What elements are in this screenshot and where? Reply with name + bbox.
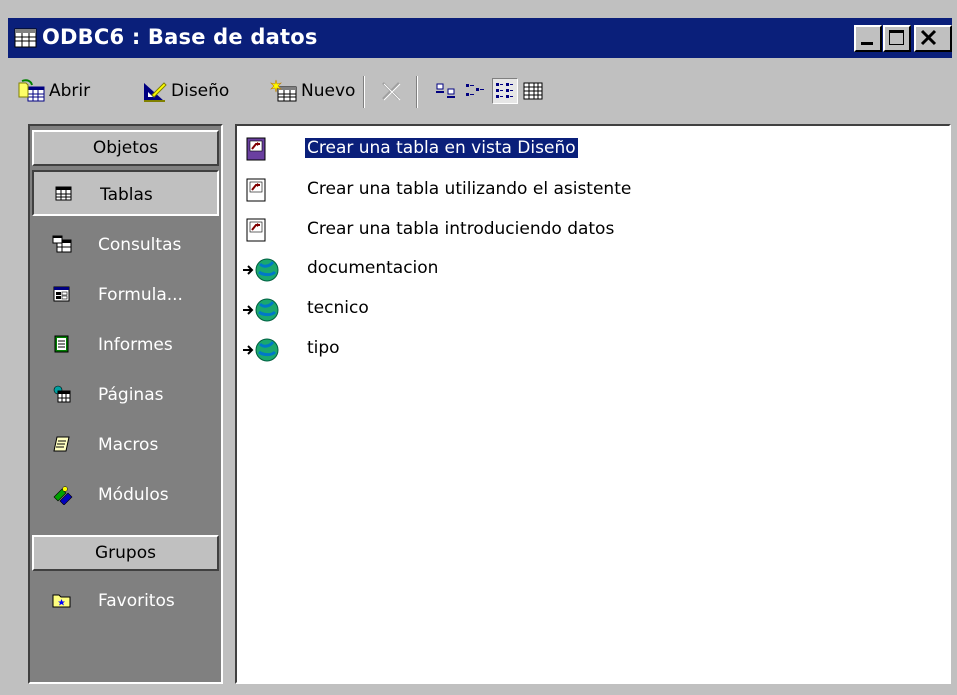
toolbar: Abrir Diseño Nuevo — [8, 62, 952, 118]
sidebar-item-consultas[interactable]: Consultas — [32, 222, 219, 268]
list-item-tipo[interactable]: tipo — [239, 332, 945, 366]
open-table-icon — [18, 79, 45, 102]
new-table-icon — [270, 79, 297, 102]
list-item-label: Crear una tabla en vista Diseño — [304, 137, 579, 159]
minimize-button[interactable] — [854, 25, 882, 52]
report-icon — [52, 335, 72, 353]
sidebar-item-formularios[interactable]: Formula... — [32, 272, 219, 318]
table-icon — [54, 185, 74, 203]
linked-table-globe-icon — [243, 296, 279, 324]
sidebar-item-informes[interactable]: Informes — [32, 322, 219, 368]
close-button[interactable] — [914, 25, 952, 52]
design-view-icon — [144, 82, 167, 102]
sidebar-item-label: Informes — [98, 335, 173, 355]
large-icons-button[interactable] — [433, 78, 459, 104]
sidebar-item-modulos[interactable]: Módulos — [32, 472, 219, 518]
database-window: ODBC6 : Base de datos Abrir Diseño Nuevo… — [0, 0, 957, 695]
macro-icon — [52, 435, 72, 453]
query-icon — [52, 235, 72, 253]
minimize-icon — [861, 42, 873, 45]
new-button[interactable]: Nuevo — [270, 78, 355, 104]
module-icon — [52, 485, 73, 506]
list-item-label: Crear una tabla utilizando el asistente — [307, 179, 632, 199]
design-label: Diseño — [171, 81, 230, 101]
delete-icon — [382, 82, 401, 101]
sidebar-item-favoritos[interactable]: Favoritos — [32, 578, 219, 624]
list-item-label: Crear una tabla introduciendo datos — [307, 219, 615, 239]
objects-header-button[interactable]: Objetos — [32, 130, 219, 166]
list-item-create-design[interactable]: Crear una tabla en vista Diseño — [239, 132, 945, 166]
sidebar-item-label: Formula... — [98, 285, 183, 305]
small-icons-icon — [466, 84, 484, 96]
close-icon — [920, 29, 937, 46]
objects-sidebar: Objetos Tablas Consultas Formula... Info… — [28, 124, 223, 684]
linked-table-globe-icon — [243, 256, 279, 284]
linked-table-globe-icon — [243, 336, 279, 364]
details-view-button[interactable] — [520, 78, 546, 104]
list-item-label: documentacion — [307, 258, 439, 278]
details-view-icon — [523, 82, 543, 100]
sidebar-item-label: Páginas — [98, 385, 164, 405]
list-item-create-data[interactable]: Crear una tabla introduciendo datos — [239, 213, 945, 247]
sidebar-item-label: Favoritos — [98, 591, 175, 611]
design-button[interactable]: Diseño — [142, 78, 229, 104]
list-item-label: tipo — [307, 338, 340, 358]
list-item-documentacion[interactable]: documentacion — [239, 252, 945, 286]
list-item-label: tecnico — [307, 298, 369, 318]
list-view-icon — [496, 83, 513, 98]
open-button[interactable]: Abrir — [18, 78, 90, 104]
groups-header-button[interactable]: Grupos — [32, 535, 219, 571]
window-title: ODBC6 : Base de datos — [42, 25, 318, 49]
groups-header-label: Grupos — [95, 543, 156, 563]
shortcut-icon — [243, 217, 273, 245]
database-window-icon — [14, 27, 38, 49]
shortcut-icon — [243, 136, 273, 164]
shortcut-icon — [243, 177, 273, 205]
maximize-button[interactable] — [883, 25, 911, 52]
sidebar-item-tablas[interactable]: Tablas — [32, 170, 219, 216]
delete-button[interactable] — [378, 78, 404, 104]
favorites-folder-icon — [52, 591, 72, 609]
new-label: Nuevo — [301, 81, 356, 101]
sidebar-item-paginas[interactable]: Páginas — [32, 372, 219, 418]
sidebar-item-label: Consultas — [98, 235, 182, 255]
maximize-icon — [889, 30, 904, 45]
small-icons-button[interactable] — [462, 78, 488, 104]
objects-list: Crear una tabla en vista Diseño Crear un… — [235, 124, 951, 684]
toolbar-separator — [363, 76, 365, 108]
sidebar-item-label: Tablas — [100, 185, 153, 205]
objects-header-label: Objetos — [92, 138, 159, 158]
list-item-tecnico[interactable]: tecnico — [239, 292, 945, 326]
toolbar-separator — [416, 76, 418, 108]
sidebar-item-label: Macros — [98, 435, 159, 455]
sidebar-item-label: Módulos — [98, 485, 169, 505]
list-item-create-wizard[interactable]: Crear una tabla utilizando el asistente — [239, 173, 945, 207]
sidebar-item-macros[interactable]: Macros — [32, 422, 219, 468]
form-icon — [52, 285, 72, 303]
open-label: Abrir — [49, 81, 91, 101]
list-view-button[interactable] — [492, 78, 518, 104]
title-bar[interactable]: ODBC6 : Base de datos — [8, 18, 952, 58]
page-icon — [52, 385, 72, 403]
large-icons-icon — [436, 83, 455, 98]
